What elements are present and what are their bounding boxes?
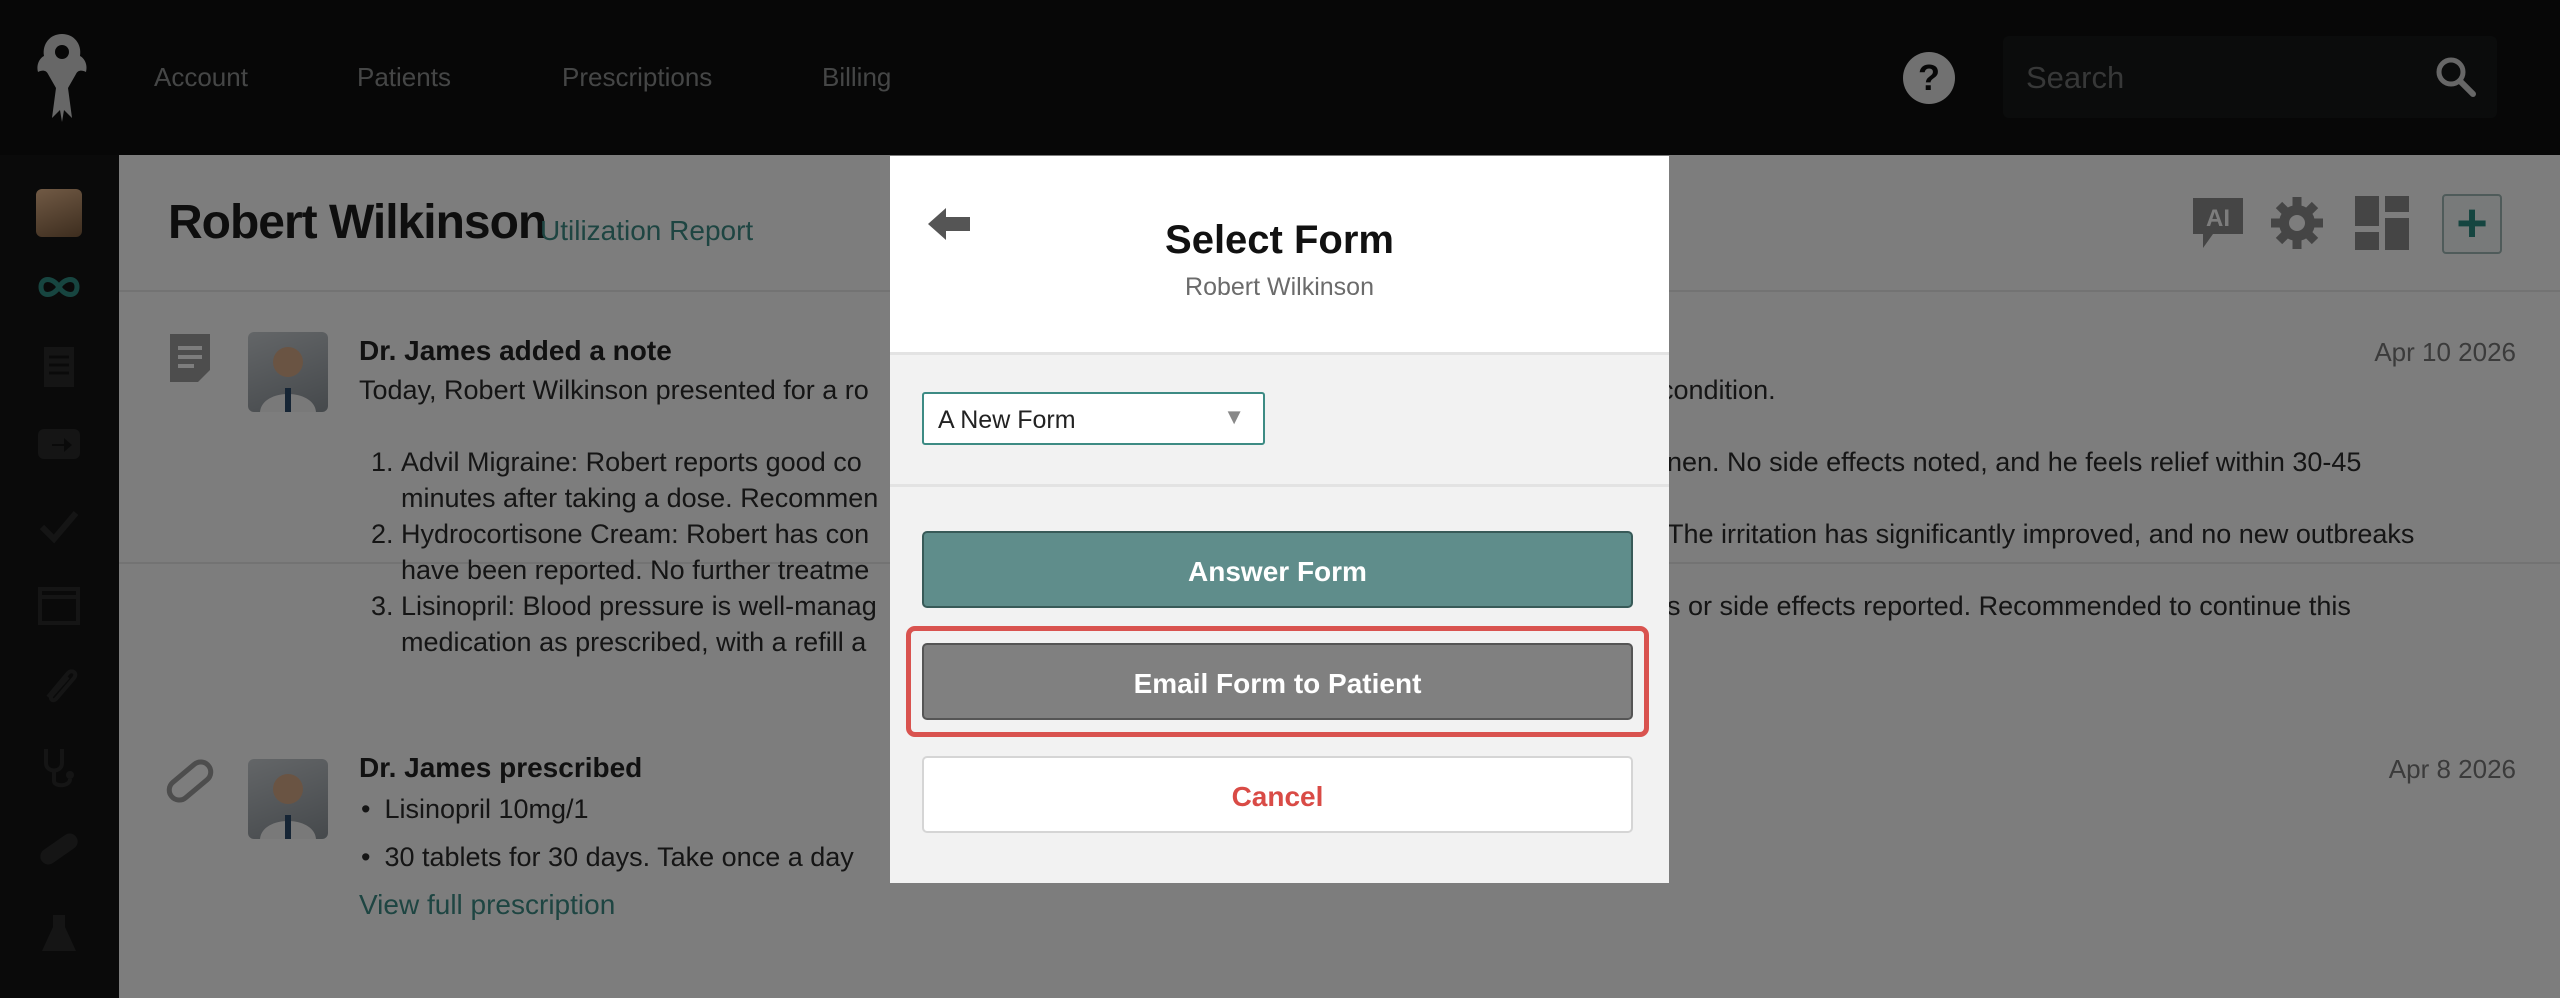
form-select-value: A New Form (938, 406, 1076, 434)
cancel-button[interactable]: Cancel (922, 756, 1633, 833)
answer-form-button[interactable]: Answer Form (922, 531, 1633, 608)
modal-title: Select Form (1165, 218, 1394, 262)
divider (890, 484, 1669, 487)
caret-down-icon: ▼ (1223, 404, 1245, 429)
email-form-button[interactable]: Email Form to Patient (922, 643, 1633, 720)
select-form-modal: Select Form Robert Wilkinson A New Form … (890, 156, 1669, 883)
modal-subtitle: Robert Wilkinson (1185, 273, 1374, 301)
form-select[interactable]: A New Form ▼ (922, 392, 1265, 445)
modal-header: Select Form Robert Wilkinson (890, 156, 1669, 355)
